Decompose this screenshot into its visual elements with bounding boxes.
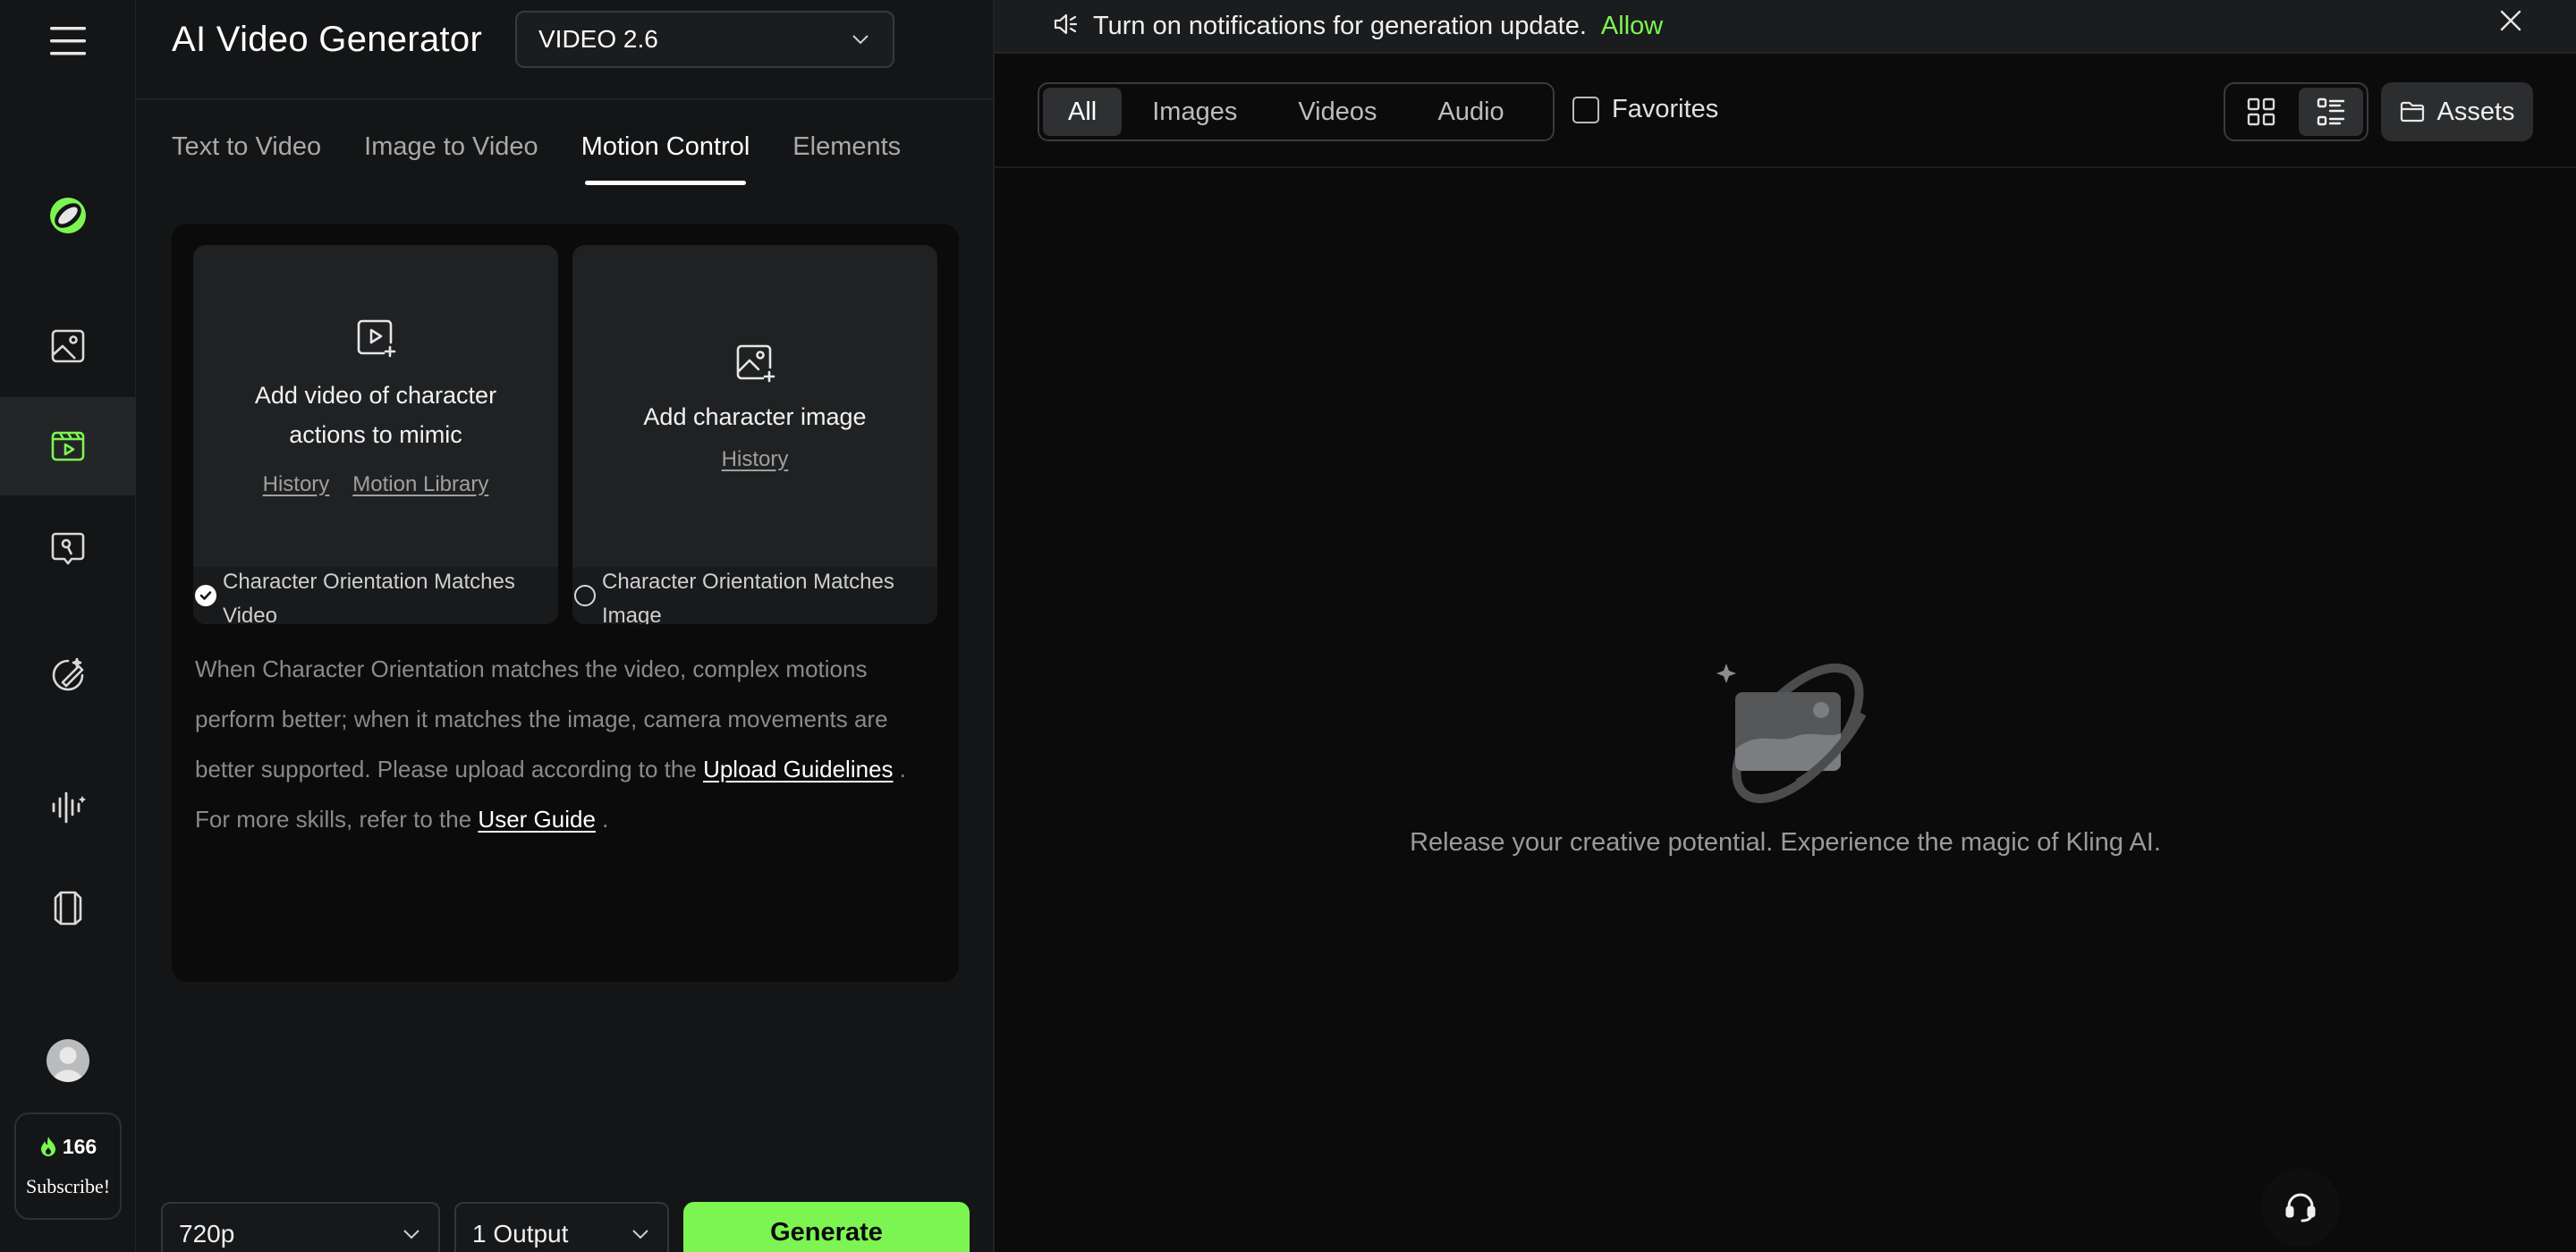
folder-icon <box>2401 101 2425 123</box>
video-upload-card[interactable]: Add video of character actions to mimic … <box>193 245 558 624</box>
filter-images[interactable]: Images <box>1122 88 1267 136</box>
audio-wave-icon <box>52 791 87 824</box>
image-icon <box>51 329 85 363</box>
filter-videos[interactable]: Videos <box>1267 88 1407 136</box>
kling-logo-icon <box>50 198 86 233</box>
image-upload-body[interactable]: Add character image History <box>572 245 937 567</box>
chevron-down-icon <box>852 35 869 45</box>
image-upload-card[interactable]: Add character image History Character Or… <box>572 245 937 624</box>
video-history-link[interactable]: History <box>263 472 330 497</box>
mode-tabs: Text to Video Image to Video Motion Cont… <box>172 132 901 185</box>
image-history-link[interactable]: History <box>722 447 789 472</box>
upload-area: Add video of character actions to mimic … <box>172 224 959 982</box>
speaker-icon <box>1052 11 1079 42</box>
sidebar-item-video[interactable] <box>0 397 136 495</box>
user-guide-link[interactable]: User Guide <box>478 806 596 833</box>
menu-button[interactable] <box>0 21 136 61</box>
hamburger-menu-icon <box>50 27 86 55</box>
image-card-title: Add character image <box>643 402 867 430</box>
output-count-select[interactable]: 1 Output <box>454 1202 669 1252</box>
sidebar-item-audio[interactable] <box>0 758 136 857</box>
grid-view-button[interactable] <box>2229 88 2293 136</box>
flame-icon <box>40 1137 55 1156</box>
orientation-help-text: When Character Orientation matches the v… <box>195 644 937 844</box>
tab-elements[interactable]: Elements <box>792 132 901 185</box>
assets-button[interactable]: Assets <box>2381 82 2533 141</box>
sidebar-item-edit[interactable] <box>0 626 136 724</box>
orientation-video-option[interactable]: Character Orientation Matches Video <box>193 567 558 624</box>
empty-state-illustration-icon <box>1716 663 1867 804</box>
credits-row: 166 <box>39 1135 97 1159</box>
allow-notifications-link[interactable]: Allow <box>1601 12 1663 41</box>
assets-label: Assets <box>2436 97 2515 126</box>
filter-audio[interactable]: Audio <box>1408 88 1535 136</box>
image-card-links: History <box>722 447 789 472</box>
tab-image-to-video[interactable]: Image to Video <box>364 132 538 185</box>
add-image-icon <box>733 341 776 388</box>
tab-text-to-video[interactable]: Text to Video <box>172 132 321 185</box>
orientation-image-label: Character Orientation Matches Image <box>602 570 894 624</box>
orientation-video-label: Character Orientation Matches Video <box>223 570 515 624</box>
orientation-image-option[interactable]: Character Orientation Matches Image <box>572 567 937 624</box>
video-icon <box>51 431 85 461</box>
checkbox-icon[interactable] <box>1572 96 1599 123</box>
model-select[interactable]: VIDEO 2.6 <box>515 11 894 68</box>
sidebar-item-home[interactable] <box>0 166 136 265</box>
media-filter-group: All Images Videos Audio <box>1038 82 1555 141</box>
list-icon <box>2317 97 2345 126</box>
divider <box>995 166 2576 168</box>
sidebar-item-effects[interactable] <box>0 499 136 597</box>
video-upload-body[interactable]: Add video of character actions to mimic … <box>193 245 558 567</box>
model-select-value: VIDEO 2.6 <box>538 25 658 53</box>
resolution-value: 720p <box>179 1220 235 1248</box>
sidebar-item-assets[interactable] <box>0 859 136 957</box>
tab-motion-control[interactable]: Motion Control <box>581 132 750 185</box>
generator-panel: AI Video Generator VIDEO 2.6 Text to Vid… <box>136 0 995 1252</box>
credits-subscribe-box[interactable]: 166 Subscribe! <box>14 1112 122 1220</box>
bubble-sparkle-icon <box>51 532 85 565</box>
notification-bar: Turn on notifications for generation upd… <box>995 0 2576 54</box>
support-button[interactable] <box>2261 1168 2340 1247</box>
close-notification-button[interactable] <box>2497 7 2524 38</box>
list-view-button[interactable] <box>2299 88 2363 136</box>
output-count-value: 1 Output <box>472 1220 569 1248</box>
credits-count: 166 <box>62 1134 97 1158</box>
notification-text: Turn on notifications for generation upd… <box>1093 11 1587 40</box>
favorites-label: Favorites <box>1612 95 1719 123</box>
generate-button[interactable]: Generate <box>683 1202 970 1252</box>
page-title: AI Video Generator <box>172 20 483 59</box>
chevron-down-icon <box>403 1230 419 1239</box>
add-video-icon <box>354 316 397 363</box>
radio-unchecked-icon[interactable] <box>574 585 596 606</box>
headset-icon <box>2285 1193 2316 1222</box>
sidebar-rail: 166 Subscribe! <box>0 0 136 1252</box>
motion-library-link[interactable]: Motion Library <box>352 472 488 497</box>
view-mode-toggle <box>2224 82 2368 141</box>
upload-guidelines-link[interactable]: Upload Guidelines <box>703 756 893 782</box>
results-area: Turn on notifications for generation upd… <box>995 0 2576 1252</box>
video-card-links: History Motion Library <box>263 472 489 497</box>
grid-icon <box>2247 97 2275 126</box>
chevron-down-icon <box>632 1230 648 1239</box>
favorites-checkbox[interactable]: Favorites <box>1572 95 1718 124</box>
divider <box>136 98 995 100</box>
filter-all[interactable]: All <box>1043 88 1123 136</box>
empty-state-message: Release your creative potential. Experie… <box>1410 828 2161 857</box>
cube-icon <box>54 891 82 926</box>
magic-edit-icon <box>52 657 84 691</box>
subscribe-label: Subscribe! <box>25 1174 111 1197</box>
close-icon <box>2500 10 2521 31</box>
help-text-part3: . <box>595 806 609 833</box>
radio-checked-icon[interactable] <box>195 585 216 606</box>
sidebar-item-image[interactable] <box>0 297 136 395</box>
avatar[interactable] <box>47 1039 89 1082</box>
video-card-title: Add video of character actions to mimic <box>254 381 497 448</box>
resolution-select[interactable]: 720p <box>161 1202 440 1252</box>
